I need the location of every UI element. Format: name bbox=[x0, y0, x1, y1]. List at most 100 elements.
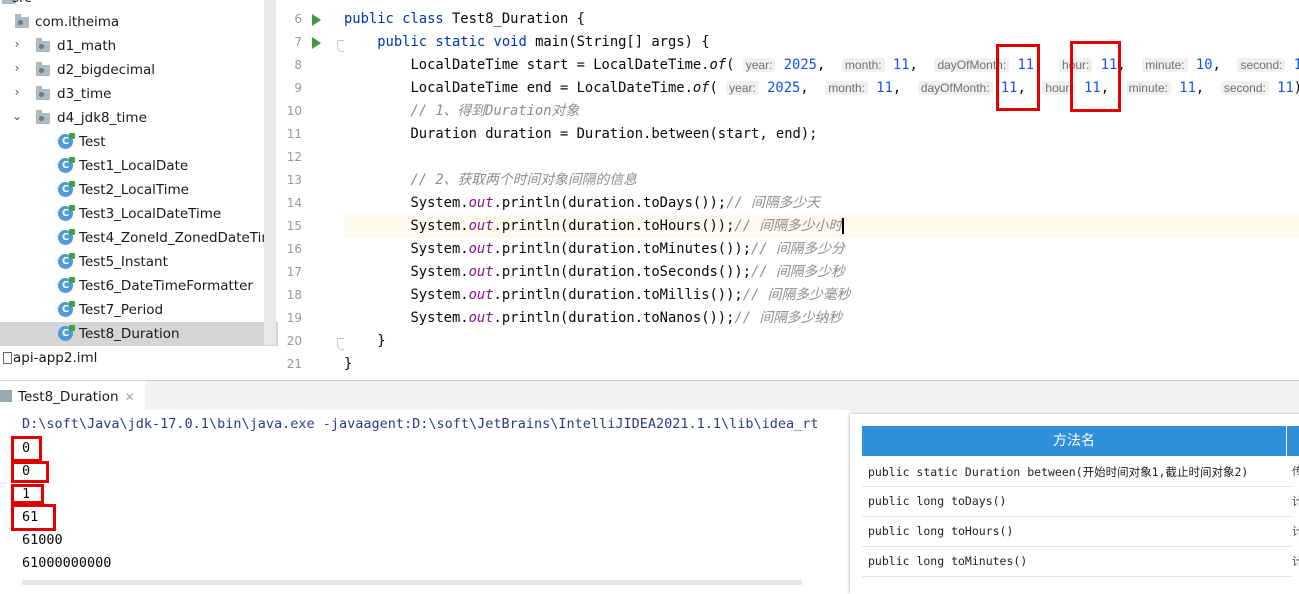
annotation-box-out-2 bbox=[11, 484, 44, 504]
code-line-15: System.out.println(duration.toHours());/… bbox=[344, 215, 1299, 238]
tree-item-label: Test2_LocalTime bbox=[79, 182, 189, 198]
line-number: 11 bbox=[286, 127, 302, 141]
line-number: 6 bbox=[294, 12, 302, 26]
line-number: 9 bbox=[294, 81, 302, 95]
line-number: 18 bbox=[286, 288, 302, 302]
tree-item-label: d3_time bbox=[57, 86, 112, 102]
tree-scrollbar[interactable] bbox=[264, 0, 276, 345]
line-number: 10 bbox=[286, 104, 302, 118]
run-main-icon[interactable] bbox=[312, 37, 321, 49]
code-line-18: System.out.println(duration.toMillis());… bbox=[410, 287, 851, 303]
file-icon bbox=[3, 352, 12, 364]
table-cell: 计 bbox=[1292, 525, 1299, 538]
console-line: 61000 bbox=[22, 532, 63, 548]
run-config-icon bbox=[0, 390, 12, 402]
line-number: 16 bbox=[286, 242, 302, 256]
tree-item-label: Test bbox=[79, 134, 106, 150]
tree-item-test4[interactable]: C Test4_ZoneId_ZonedDateTim bbox=[0, 226, 278, 250]
line-number: 21 bbox=[286, 357, 302, 371]
line-number: 17 bbox=[286, 265, 302, 279]
code-line-21: } bbox=[344, 356, 353, 372]
tree-item-d2-bigdecimal[interactable]: › d2_bigdecimal bbox=[0, 58, 278, 82]
tree-item-d4-jdk8-time[interactable]: ⌄ d4_jdk8_time bbox=[0, 106, 278, 130]
table-header-label: 方法名 bbox=[1053, 433, 1095, 449]
console-scrollbar[interactable] bbox=[22, 580, 802, 585]
table-header-col2 bbox=[1286, 426, 1299, 456]
tree-item-label: Test1_LocalDate bbox=[79, 158, 189, 174]
tree-item-label: Test8_Duration bbox=[79, 326, 180, 342]
code-line-7: public static void main(String[] args) { bbox=[377, 34, 710, 50]
tree-item-test1[interactable]: C Test1_LocalDate bbox=[0, 154, 278, 178]
class-icon: C bbox=[58, 157, 75, 173]
tree-item-label: Test6_DateTimeFormatter bbox=[79, 278, 253, 294]
package-icon bbox=[36, 86, 50, 100]
tree-item-test[interactable]: C Test bbox=[0, 130, 278, 154]
code-line-13: // 2、获取两个时间对象间隔的信息 bbox=[410, 172, 637, 188]
tree-item-test5[interactable]: C Test5_Instant bbox=[0, 250, 278, 274]
line-number: 7 bbox=[294, 35, 302, 49]
table-header: 方法名 bbox=[862, 426, 1292, 456]
tree-item-test7[interactable]: C Test7_Period bbox=[0, 298, 278, 322]
annotation-box-day bbox=[996, 44, 1040, 111]
class-icon: C bbox=[58, 325, 75, 341]
tree-item-label: com.itheima bbox=[35, 14, 120, 30]
tree-item-d1-math[interactable]: › d1_math bbox=[0, 34, 278, 58]
class-icon: C bbox=[58, 301, 75, 317]
class-icon: C bbox=[58, 277, 75, 293]
table-row: public static Duration between(开始时间对象1,截… bbox=[862, 457, 1292, 487]
code-line-17: System.out.println(duration.toSeconds())… bbox=[410, 264, 845, 280]
code-line-14: System.out.println(duration.toDays());//… bbox=[410, 195, 821, 211]
line-number: 14 bbox=[286, 196, 302, 210]
code-line-20: } bbox=[377, 333, 386, 349]
chevron-right-icon[interactable]: › bbox=[11, 37, 23, 51]
tree-item-test3[interactable]: C Test3_LocalDateTime bbox=[0, 202, 278, 226]
tree-item-label: src bbox=[12, 0, 32, 6]
line-number: 8 bbox=[294, 58, 302, 72]
tree-item-label: Test3_LocalDateTime bbox=[79, 206, 222, 222]
class-icon: C bbox=[58, 181, 75, 197]
tree-item-src[interactable]: src bbox=[0, 0, 278, 10]
console-line: 61000000000 bbox=[22, 555, 112, 571]
code-line-16: System.out.println(duration.toMinutes())… bbox=[410, 241, 845, 257]
annotation-box-out-1 bbox=[11, 461, 49, 483]
table-row: public long toMinutes() bbox=[862, 547, 1292, 577]
class-icon: C bbox=[58, 133, 75, 149]
tree-item-label: d1_math bbox=[57, 38, 117, 54]
chevron-right-icon[interactable]: › bbox=[11, 61, 23, 75]
code-line-10: // 1、得到Duration对象 bbox=[410, 103, 580, 119]
table-cell: 传 bbox=[1292, 465, 1299, 478]
run-tab-bar: Test8_Duration ✕ bbox=[0, 380, 1299, 411]
table-row: public long toHours() bbox=[862, 517, 1292, 547]
tree-item-label: d4_jdk8_time bbox=[57, 110, 147, 126]
table-cell: 计 bbox=[1292, 555, 1299, 568]
tree-item-package[interactable]: com.itheima bbox=[0, 10, 278, 34]
tree-item-label: d2_bigdecimal bbox=[57, 62, 156, 78]
code-line-11: Duration duration = Duration.between(sta… bbox=[410, 126, 818, 142]
table-row: public long toDays() bbox=[862, 487, 1292, 517]
chevron-right-icon[interactable]: › bbox=[11, 85, 23, 99]
run-tab[interactable]: Test8_Duration ✕ bbox=[0, 381, 145, 411]
annotation-box-out-0 bbox=[11, 436, 42, 462]
class-icon: C bbox=[58, 205, 75, 221]
package-icon bbox=[36, 38, 50, 52]
chevron-down-icon[interactable]: ⌄ bbox=[11, 109, 23, 123]
tree-item-test6[interactable]: C Test6_DateTimeFormatter bbox=[0, 274, 278, 298]
run-class-icon[interactable] bbox=[312, 14, 321, 26]
code-line-8: LocalDateTime start = LocalDateTime.of( … bbox=[410, 57, 1299, 73]
run-tab-label: Test8_Duration bbox=[18, 389, 119, 405]
tree-item-iml[interactable]: api-app2.iml bbox=[0, 346, 278, 370]
close-icon[interactable]: ✕ bbox=[125, 390, 135, 404]
code-editor[interactable]: public class Test8_Duration { public sta… bbox=[344, 0, 1299, 380]
console-output[interactable]: D:\soft\Java\jdk-17.0.1\bin\java.exe -ja… bbox=[0, 410, 850, 586]
package-icon bbox=[15, 14, 29, 28]
code-line-19: System.out.println(duration.toNanos());/… bbox=[410, 310, 843, 326]
code-line-6: public class Test8_Duration { bbox=[344, 11, 585, 27]
tree-item-d3-time[interactable]: › d3_time bbox=[0, 82, 278, 106]
tree-item-test8[interactable]: C Test8_Duration bbox=[0, 322, 278, 346]
code-line-9: LocalDateTime end = LocalDateTime.of( ye… bbox=[410, 80, 1299, 96]
line-number: 12 bbox=[286, 150, 302, 164]
tree-item-test2[interactable]: C Test2_LocalTime bbox=[0, 178, 278, 202]
annotation-box-hour bbox=[1070, 41, 1121, 112]
tree-item-label: api-app2.iml bbox=[13, 350, 98, 366]
line-number: 20 bbox=[286, 334, 302, 348]
